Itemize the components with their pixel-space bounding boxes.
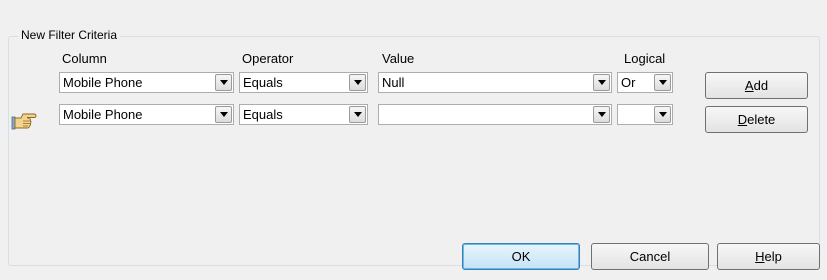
chevron-down-icon[interactable] <box>593 106 610 123</box>
row1-logical-value: Or <box>621 75 636 90</box>
row1-column-select[interactable]: Mobile Phone <box>59 72 234 93</box>
filter-dialog: New Filter Criteria Column Operator Valu… <box>0 0 827 280</box>
row1-value-value: Null <box>382 75 405 90</box>
add-button-label: dd <box>753 78 769 93</box>
row1-logical-select[interactable]: Or <box>617 72 673 93</box>
delete-button-label: elete <box>747 112 776 127</box>
cancel-button-label: Cancel <box>629 249 671 264</box>
chevron-down-icon[interactable] <box>215 74 232 91</box>
add-button[interactable]: Add <box>705 72 808 99</box>
chevron-down-icon[interactable] <box>654 106 671 123</box>
chevron-down-icon[interactable] <box>215 106 232 123</box>
help-button-accel: H <box>755 249 765 264</box>
help-button-label: elp <box>764 249 782 264</box>
row1-column-value: Mobile Phone <box>63 75 143 90</box>
row2-value-select[interactable] <box>378 104 612 125</box>
column-header: Column <box>62 51 107 66</box>
row1-operator-select[interactable]: Equals <box>239 72 368 93</box>
add-button-accel: A <box>744 78 754 93</box>
chevron-down-icon[interactable] <box>349 106 366 123</box>
chevron-down-icon[interactable] <box>593 74 610 91</box>
cancel-button[interactable]: Cancel <box>591 243 709 270</box>
chevron-down-icon[interactable] <box>349 74 366 91</box>
pointing-hand-icon <box>11 113 37 130</box>
row2-operator-select[interactable]: Equals <box>239 104 368 125</box>
row2-logical-select[interactable] <box>617 104 673 125</box>
row2-column-select[interactable]: Mobile Phone <box>59 104 234 125</box>
operator-header: Operator <box>242 51 294 66</box>
row2-column-value: Mobile Phone <box>63 107 143 122</box>
delete-button-accel: D <box>737 112 748 127</box>
help-button[interactable]: Help <box>717 243 820 270</box>
row2-operator-value: Equals <box>243 107 283 122</box>
value-header: Value <box>382 51 415 66</box>
filter-criteria-group <box>8 36 820 266</box>
group-legend: New Filter Criteria <box>18 28 121 42</box>
chevron-down-icon[interactable] <box>654 74 671 91</box>
row1-value-select[interactable]: Null <box>378 72 612 93</box>
logical-header: Logical <box>624 51 666 66</box>
ok-button[interactable]: OK <box>462 243 580 270</box>
delete-button[interactable]: Delete <box>705 106 808 133</box>
row1-operator-value: Equals <box>243 75 283 90</box>
ok-button-label: OK <box>511 249 531 264</box>
